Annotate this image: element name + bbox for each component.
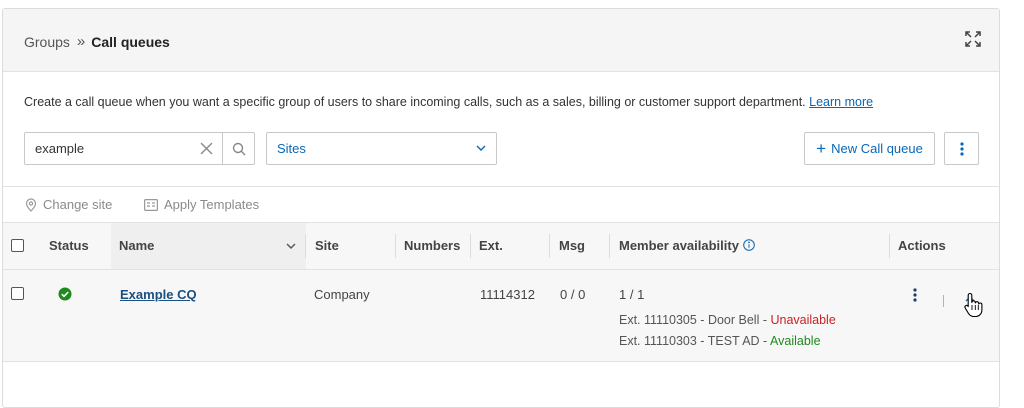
status-active-icon	[58, 287, 72, 301]
description-text: Create a call queue when you want a spec…	[24, 95, 806, 109]
search-box	[24, 132, 255, 165]
new-call-queue-button[interactable]: + New Call queue	[804, 132, 935, 165]
apply-templates-label: Apply Templates	[164, 197, 260, 212]
column-divider	[395, 234, 396, 258]
breadcrumb: Groups » Call queues	[24, 33, 170, 50]
chevron-down-icon	[476, 145, 486, 151]
page-description: Create a call queue when you want a spec…	[24, 95, 873, 109]
location-pin-icon	[25, 197, 37, 212]
learn-more-link[interactable]: Learn more	[809, 95, 873, 109]
more-options-button[interactable]	[944, 132, 979, 165]
search-icon	[232, 142, 246, 155]
member-label: Ext. 11110303 - TEST AD -	[619, 334, 771, 348]
column-divider	[609, 234, 610, 258]
change-site-action[interactable]: Change site	[25, 197, 112, 212]
column-header-status[interactable]: Status	[49, 238, 89, 253]
breadcrumb-separator: »	[76, 33, 86, 50]
column-divider	[305, 234, 306, 258]
page-title: Call queues	[91, 33, 170, 50]
column-divider	[470, 234, 471, 258]
panel-header: Groups » Call queues	[3, 9, 999, 72]
call-queue-name-link[interactable]: Example CQ	[120, 287, 197, 302]
info-icon[interactable]	[743, 239, 755, 251]
member-label: Ext. 11110305 - Door Bell -	[619, 313, 771, 327]
column-header-actions: Actions	[898, 238, 946, 253]
column-header-name[interactable]: Name	[119, 238, 154, 253]
fullscreen-icon[interactable]	[965, 31, 981, 47]
column-header-numbers[interactable]: Numbers	[404, 238, 460, 253]
actions-divider	[943, 295, 944, 307]
sites-dropdown[interactable]: Sites	[266, 132, 497, 165]
sort-chevron-icon[interactable]	[286, 243, 296, 250]
search-button[interactable]	[222, 133, 255, 164]
member-line: Ext. 11110305 - Door Bell - Unavailable	[619, 313, 836, 327]
row-kebab-menu-icon[interactable]	[908, 287, 922, 303]
column-header-msg[interactable]: Msg	[559, 238, 585, 253]
search-input[interactable]	[25, 133, 195, 164]
row-site: Company	[314, 287, 370, 302]
plus-icon: +	[816, 139, 827, 158]
member-status-available: Available	[770, 334, 821, 348]
new-call-queue-label: New Call queue	[831, 141, 923, 156]
sites-dropdown-value: Sites	[277, 141, 306, 156]
table-header: Status Name Site Numbers Ext. Msg Member…	[3, 223, 999, 270]
column-divider	[889, 234, 890, 258]
hand-cursor-icon	[964, 292, 983, 318]
change-site-label: Change site	[43, 197, 113, 212]
apply-templates-action[interactable]: Apply Templates	[144, 197, 259, 212]
row-member-count: 1 / 1	[619, 287, 645, 302]
row-msg: 0 / 0	[560, 287, 586, 302]
select-all-checkbox[interactable]	[11, 239, 24, 252]
column-divider	[549, 234, 550, 258]
table-row[interactable]: Example CQ Company 11114312 0 / 0 1 / 1 …	[3, 270, 999, 362]
row-checkbox[interactable]	[11, 287, 24, 300]
member-line: Ext. 11110303 - TEST AD - Available	[619, 334, 821, 348]
call-queues-panel: Groups » Call queues Create a call queue…	[2, 8, 1000, 408]
member-status-unavailable: Unavailable	[770, 313, 836, 327]
column-header-ext[interactable]: Ext.	[479, 238, 503, 253]
kebab-menu-icon	[959, 141, 964, 156]
clear-icon[interactable]	[200, 142, 213, 155]
column-header-site[interactable]: Site	[315, 238, 339, 253]
bulk-actions-toolbar: Change site Apply Templates	[3, 186, 999, 223]
row-ext: 11114312	[480, 287, 535, 302]
breadcrumb-groups-link[interactable]: Groups	[24, 34, 70, 50]
column-header-member-availability[interactable]: Member availability	[619, 238, 739, 253]
template-icon	[144, 198, 158, 211]
